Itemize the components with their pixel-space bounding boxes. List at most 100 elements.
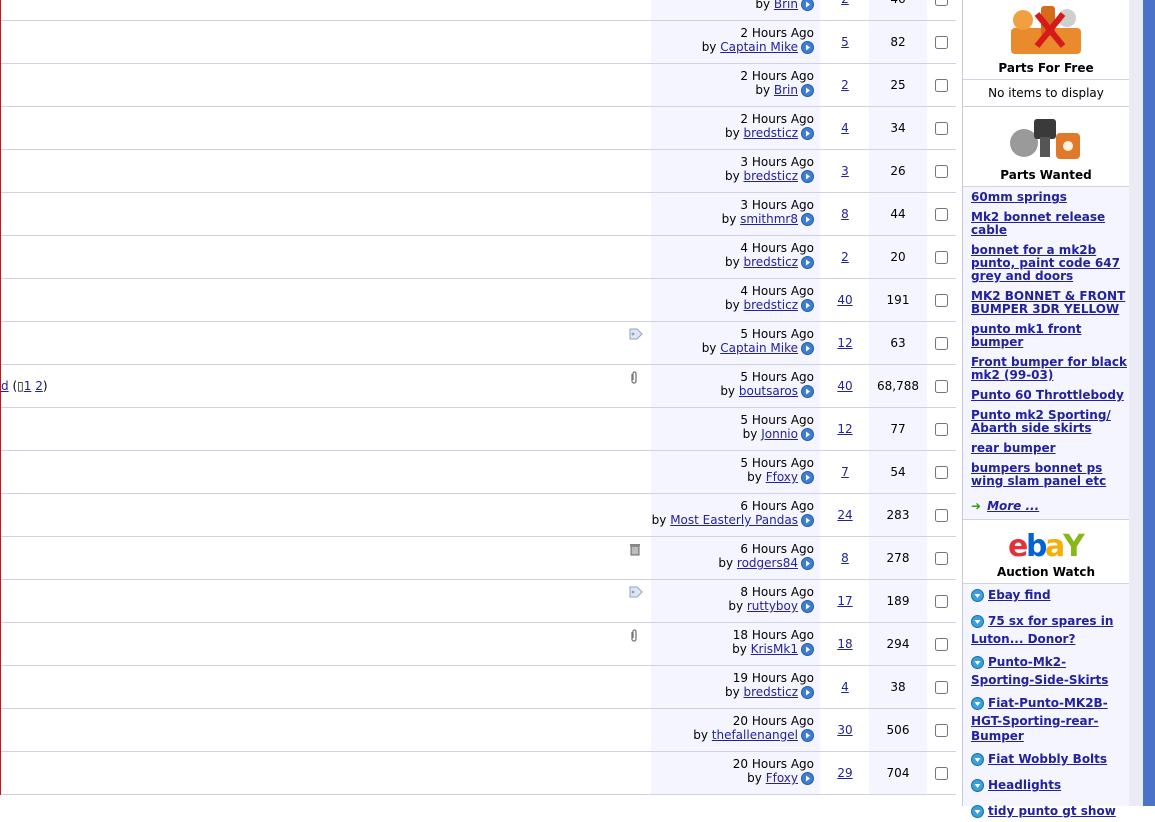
last-poster-link[interactable]: Ffoxy [766, 470, 798, 484]
last-poster-link[interactable]: Most Easterly Pandas [670, 513, 798, 527]
auction-link[interactable]: Punto-Mk2-Sporting-Side-Skirts [971, 655, 1108, 687]
thread-select-checkbox[interactable] [934, 250, 948, 264]
thread-select-checkbox[interactable] [934, 465, 948, 479]
parts-wanted-link[interactable]: Front bumper for black mk2 (99-03) [971, 355, 1127, 382]
thread-select-checkbox[interactable] [934, 293, 948, 307]
replies-link[interactable]: 12 [837, 422, 852, 436]
last-poster-link[interactable]: boutsaros [739, 384, 798, 398]
parts-wanted-link[interactable]: Punto 60 Throttlebody [971, 388, 1124, 402]
thread-select-checkbox[interactable] [934, 78, 948, 92]
go-to-last-post-icon[interactable] [801, 643, 814, 659]
thread-select-checkbox[interactable] [934, 35, 948, 49]
replies-link[interactable]: 30 [837, 723, 852, 737]
replies-link[interactable]: 17 [837, 594, 852, 608]
go-to-last-post-icon[interactable] [801, 600, 814, 616]
parts-wanted-link[interactable]: bumpers bonnet ps wing slam panel etc [971, 461, 1106, 488]
last-poster-link[interactable]: thefallenangel [712, 728, 798, 742]
parts-wanted-link[interactable]: Punto mk2 Sporting/ Abarth side skirts [971, 408, 1111, 435]
replies-link[interactable]: 5 [841, 35, 849, 49]
last-poster-link[interactable]: Brin [774, 83, 798, 97]
thread-select-checkbox[interactable] [934, 551, 948, 565]
thread-select-checkbox[interactable] [934, 594, 948, 608]
replies-link[interactable]: 12 [837, 336, 852, 350]
moderation-cell [927, 21, 955, 63]
go-to-last-post-icon[interactable] [801, 0, 814, 14]
thread-select-checkbox[interactable] [934, 207, 948, 221]
auction-link[interactable]: Fiat Wobbly Bolts [988, 752, 1107, 766]
last-poster-link[interactable]: ruttyboy [747, 599, 798, 613]
replies-link[interactable]: 8 [841, 551, 849, 565]
replies-link[interactable]: 3 [841, 164, 849, 178]
thread-select-checkbox[interactable] [934, 164, 948, 178]
thread-select-checkbox[interactable] [934, 766, 948, 780]
replies-link[interactable]: 24 [837, 508, 852, 522]
last-poster-link[interactable]: bredsticz [744, 126, 798, 140]
replies-link[interactable]: 40 [837, 379, 852, 393]
thread-select-checkbox[interactable] [934, 336, 948, 350]
thread-title-fragment[interactable]: d [1, 379, 9, 393]
go-to-last-post-icon[interactable] [801, 729, 814, 745]
go-to-last-post-icon[interactable] [801, 471, 814, 487]
last-poster-link[interactable]: Captain Mike [720, 341, 798, 355]
thread-select-checkbox[interactable] [934, 637, 948, 651]
thread-select-checkbox[interactable] [934, 508, 948, 522]
go-to-last-post-icon[interactable] [801, 557, 814, 573]
thread-select-checkbox[interactable] [934, 121, 948, 135]
go-to-last-post-icon[interactable] [801, 41, 814, 57]
thread-select-checkbox[interactable] [934, 0, 948, 6]
go-to-last-post-icon[interactable] [801, 299, 814, 315]
last-poster-link[interactable]: Ffoxy [766, 771, 798, 785]
last-poster-link[interactable]: Captain Mike [720, 40, 798, 54]
auction-link[interactable]: Headlights [988, 778, 1061, 792]
parts-wanted-link[interactable]: rear bumper [971, 441, 1056, 455]
parts-wanted-link[interactable]: punto mk1 front bumper [971, 322, 1082, 349]
replies-link[interactable]: 2 [841, 0, 849, 6]
go-to-last-post-icon[interactable] [801, 772, 814, 788]
parts-wanted-link[interactable]: MK2 BONNET & FRONT BUMPER 3DR YELLOW [971, 289, 1125, 316]
last-poster-link[interactable]: bredsticz [744, 298, 798, 312]
auction-link[interactable]: 75 sx for spares in Luton... Donor? [971, 614, 1113, 646]
last-poster-link[interactable]: bredsticz [744, 169, 798, 183]
auction-link[interactable]: Ebay find [988, 588, 1051, 602]
last-poster-link[interactable]: bredsticz [744, 255, 798, 269]
last-poster-link[interactable]: Jonnio [761, 427, 798, 441]
thread-select-checkbox[interactable] [934, 379, 948, 393]
last-poster-link[interactable]: KrisMk1 [751, 642, 798, 656]
go-to-last-post-icon[interactable] [801, 127, 814, 143]
go-to-last-post-icon[interactable] [801, 428, 814, 444]
thread-select-checkbox[interactable] [934, 680, 948, 694]
go-to-last-post-icon[interactable] [801, 342, 814, 358]
thread-select-checkbox[interactable] [934, 723, 948, 737]
auction-link[interactable]: tidy punto gt show [988, 804, 1116, 818]
replies-link[interactable]: 4 [841, 680, 849, 694]
replies-link[interactable]: 2 [841, 78, 849, 92]
go-to-last-post-icon[interactable] [801, 514, 814, 530]
page-link-2[interactable]: 2 [35, 379, 43, 393]
auction-link[interactable]: Fiat-Punto-MK2B-HGT-Sporting-rear-Bumper [971, 696, 1108, 743]
replies-link[interactable]: 4 [841, 121, 849, 135]
last-poster-link[interactable]: rodgers84 [737, 556, 798, 570]
paperclip-icon [629, 629, 647, 645]
go-to-last-post-icon[interactable] [801, 385, 814, 401]
go-to-last-post-icon[interactable] [801, 686, 814, 702]
replies-link[interactable]: 40 [837, 293, 852, 307]
go-to-last-post-icon[interactable] [801, 256, 814, 272]
last-poster-link[interactable]: smithmr8 [740, 212, 798, 226]
replies-link[interactable]: 8 [841, 207, 849, 221]
page-link-1[interactable]: 1 [24, 379, 32, 393]
parts-wanted-link[interactable]: 60mm springs [971, 190, 1067, 204]
thread-select-checkbox[interactable] [934, 422, 948, 436]
scrollbar-track[interactable] [1143, 0, 1155, 806]
go-to-last-post-icon[interactable] [801, 84, 814, 100]
replies-link[interactable]: 29 [837, 766, 852, 780]
replies-link[interactable]: 2 [841, 250, 849, 264]
parts-wanted-link[interactable]: bonnet for a mk2b punto, paint code 647 … [971, 243, 1120, 283]
more-link[interactable]: More ... [987, 499, 1039, 513]
parts-wanted-link[interactable]: Mk2 bonnet release cable [971, 210, 1105, 237]
go-to-last-post-icon[interactable] [801, 170, 814, 186]
replies-link[interactable]: 7 [841, 465, 849, 479]
last-poster-link[interactable]: bredsticz [744, 685, 798, 699]
go-to-last-post-icon[interactable] [801, 213, 814, 229]
last-poster-link[interactable]: Brin [774, 0, 798, 11]
replies-link[interactable]: 18 [837, 637, 852, 651]
